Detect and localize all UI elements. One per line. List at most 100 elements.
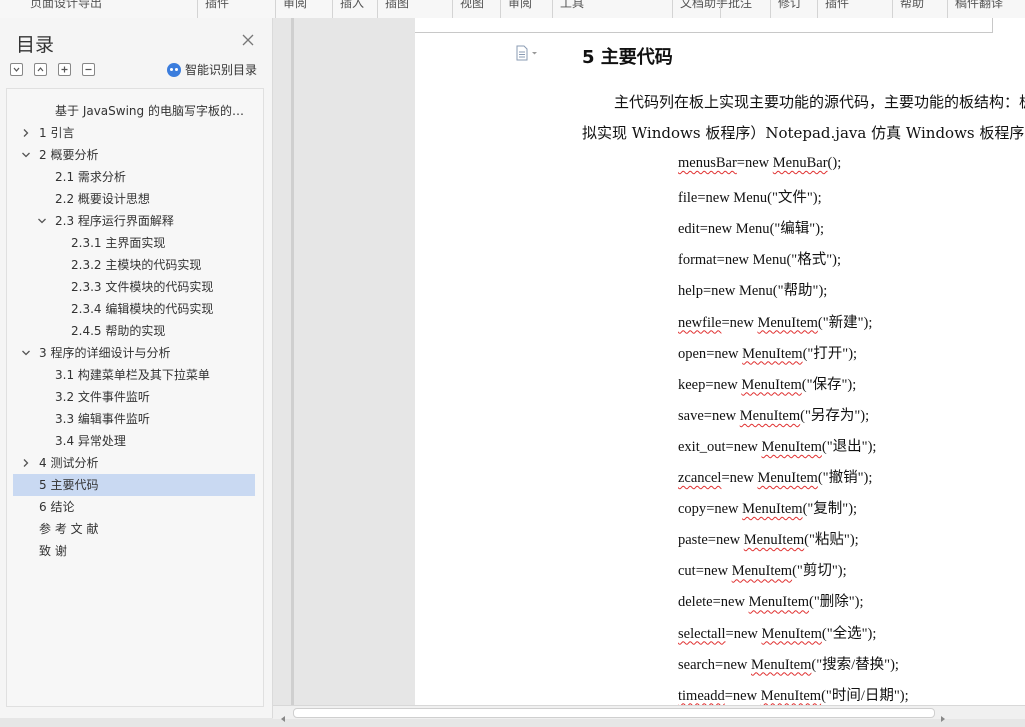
code-class-name: MenuItem — [739, 407, 801, 424]
code-identifier: format — [678, 252, 717, 269]
toc-item[interactable]: 1 引言 — [13, 122, 255, 144]
toc-item[interactable]: 3.4 异常处理 — [13, 430, 255, 452]
toc-item[interactable]: 2.3.4 编辑模块的代码实现 — [13, 298, 255, 320]
remove-heading-icon[interactable] — [82, 63, 95, 76]
code-identifier: menusBar — [678, 155, 737, 171]
toolbar-item[interactable]: 工具 — [560, 0, 584, 11]
toolbar-item[interactable]: 插件 — [825, 0, 849, 11]
collapse-all-icon[interactable] — [34, 63, 47, 76]
code-identifier: newfile — [678, 314, 722, 331]
toc-item-label: 2.3.2 主模块的代码实现 — [71, 258, 202, 272]
toolbar-item[interactable]: 审阅 — [508, 0, 532, 11]
toolbar-separator — [552, 0, 553, 18]
toc-item[interactable]: 致 谢 — [13, 540, 255, 562]
toc-item[interactable]: 3.3 编辑事件监听 — [13, 408, 255, 430]
toc-item[interactable]: 2.4.5 帮助的实现 — [13, 320, 255, 342]
toolbar-item[interactable]: 页面设计导出 — [30, 0, 102, 11]
toc-item[interactable]: 3.2 文件事件监听 — [13, 386, 255, 408]
code-line: newfile=new MenuItem("新建"); — [678, 314, 873, 331]
toolbar-item[interactable]: 视图 — [460, 0, 484, 11]
toolbar-separator — [720, 0, 721, 18]
code-class-name: MenuItem — [760, 687, 822, 704]
code-line: menusBar=new MenuBar(); — [678, 155, 842, 171]
scroll-left-icon[interactable] — [279, 708, 287, 722]
code-line: copy=new MenuItem("复制"); — [678, 501, 858, 518]
chevron-down-icon[interactable] — [21, 348, 31, 358]
code-identifier: search — [678, 656, 716, 673]
horizontal-scrollbar[interactable] — [273, 705, 1025, 722]
paragraph-menu-icon[interactable] — [515, 45, 539, 61]
toolbar-item[interactable]: 插图 — [385, 0, 409, 11]
code-line: format=new Menu("格式"); — [678, 252, 841, 269]
smart-toc-button[interactable]: 智能识别目录 — [167, 61, 257, 78]
scrollbar-thumb[interactable] — [293, 708, 935, 718]
toc-item-label: 2.3.4 编辑模块的代码实现 — [71, 302, 214, 316]
top-toolbar: 页面设计导出 插件 审阅 插入 插图 视图 审阅 工具 文档助手 批注 修订 插件 帮助 稿件翻译 — [0, 0, 1025, 19]
toolbar-separator — [377, 0, 378, 18]
code-class-name: MenuBar — [772, 155, 828, 171]
toolbar-separator — [672, 0, 673, 18]
toc-item[interactable]: 2 概要分析 — [13, 144, 255, 166]
toc-item[interactable]: 4 测试分析 — [13, 452, 255, 474]
code-identifier: help — [678, 283, 703, 300]
code-class-name: MenuItem — [742, 501, 803, 518]
toc-item[interactable]: 6 结论 — [13, 496, 255, 518]
toc-item-label: 3.4 异常处理 — [55, 434, 126, 448]
toc-item-label: 3.1 构建菜单栏及其下拉菜单 — [55, 368, 210, 382]
add-heading-icon[interactable] — [58, 63, 71, 76]
chevron-right-icon[interactable] — [21, 458, 31, 468]
toc-list: 基于 JavaSwing 的电脑写字板的设计与实现 1 引言 2 概要分析 2.1 需… — [6, 88, 264, 707]
code-class-name: MenuItem — [748, 594, 809, 611]
toc-item[interactable]: 基于 JavaSwing 的电脑写字板的设计与实现 — [13, 100, 255, 122]
code-line: timeadd=new MenuItem("时间/日期"); — [678, 687, 909, 704]
toc-item[interactable]: 5 主要代码 — [13, 474, 255, 496]
toolbar-item[interactable]: 批注 — [728, 0, 752, 11]
document-page[interactable]: 5 主要代码 主代码列在板上实现主要功能的源代码，主要功能的板结构：板编辑器（模… — [415, 18, 1025, 705]
toc-item-label: 4 测试分析 — [39, 456, 99, 470]
expand-all-icon[interactable] — [10, 63, 23, 76]
document-area[interactable]: 5 主要代码 主代码列在板上实现主要功能的源代码，主要功能的板结构：板编辑器（模… — [273, 18, 1025, 705]
toolbar-separator — [892, 0, 893, 18]
chevron-right-icon[interactable] — [21, 128, 31, 138]
toc-item-label: 2.3 程序运行界面解释 — [55, 214, 174, 228]
code-identifier: exit_out — [678, 438, 726, 455]
toc-item[interactable]: 2.3 程序运行界面解释 — [13, 210, 255, 232]
toc-item[interactable]: 2.3.2 主模块的代码实现 — [13, 254, 255, 276]
code-line: open=new MenuItem("打开"); — [678, 345, 858, 362]
code-identifier: edit — [678, 221, 700, 238]
code-identifier: timeadd — [678, 687, 725, 704]
toc-item[interactable]: 3.1 构建菜单栏及其下拉菜单 — [13, 364, 255, 386]
toolbar-item[interactable]: 插入 — [340, 0, 364, 11]
toc-item-label: 参 考 文 献 — [39, 522, 99, 536]
toc-item-label: 3.3 编辑事件监听 — [55, 412, 150, 426]
toc-item[interactable]: 2.3.3 文件模块的代码实现 — [13, 276, 255, 298]
code-line: delete=new MenuItem("删除"); — [678, 594, 864, 611]
code-class-name: Menu — [735, 221, 770, 238]
chevron-down-icon[interactable] — [37, 216, 47, 226]
toc-item[interactable]: 参 考 文 献 — [13, 518, 255, 540]
scroll-right-icon[interactable] — [939, 708, 947, 722]
toolbar-item[interactable]: 帮助 — [900, 0, 924, 11]
toc-item[interactable]: 2.1 需求分析 — [13, 166, 255, 188]
page-edge — [291, 18, 294, 705]
toc-item[interactable]: 2.2 概要设计思想 — [13, 188, 255, 210]
toolbar-item[interactable]: 审阅 — [283, 0, 307, 11]
code-identifier: zcancel — [678, 470, 722, 486]
toc-item-label: 2.1 需求分析 — [55, 170, 126, 184]
toc-item-label: 2.4.5 帮助的实现 — [71, 324, 166, 338]
chevron-down-icon[interactable] — [21, 150, 31, 160]
toolbar-separator — [817, 0, 818, 18]
code-identifier: save — [678, 407, 704, 424]
toolbar-item[interactable]: 插件 — [205, 0, 229, 11]
toc-item-label: 6 结论 — [39, 500, 75, 514]
toc-item[interactable]: 2.3.1 主界面实现 — [13, 232, 255, 254]
toolbar-item[interactable]: 修订 — [778, 0, 802, 11]
code-class-name: MenuItem — [731, 563, 793, 580]
toolbar-item[interactable]: 稿件翻译 — [955, 0, 1003, 11]
section-heading: 5 主要代码 — [582, 47, 673, 68]
code-class-name: MenuItem — [757, 470, 818, 486]
ai-robot-icon — [167, 63, 181, 77]
code-line: cut=new MenuItem("剪切"); — [678, 563, 847, 580]
close-icon[interactable] — [240, 32, 256, 48]
toc-item[interactable]: 3 程序的详细设计与分析 — [13, 342, 255, 364]
